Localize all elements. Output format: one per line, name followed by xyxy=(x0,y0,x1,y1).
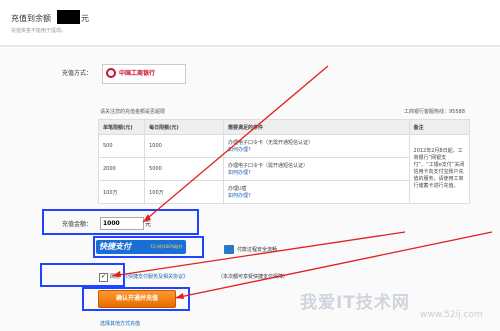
arrowhead-confirm xyxy=(175,293,184,299)
arrow-to-confirm xyxy=(174,231,493,299)
arrow-to-amount xyxy=(142,65,329,223)
arrowhead-checkbox xyxy=(112,271,121,277)
annotation-arrows xyxy=(111,65,493,299)
arrow-to-checkbox xyxy=(111,231,406,277)
arrowhead-amount xyxy=(143,214,151,222)
